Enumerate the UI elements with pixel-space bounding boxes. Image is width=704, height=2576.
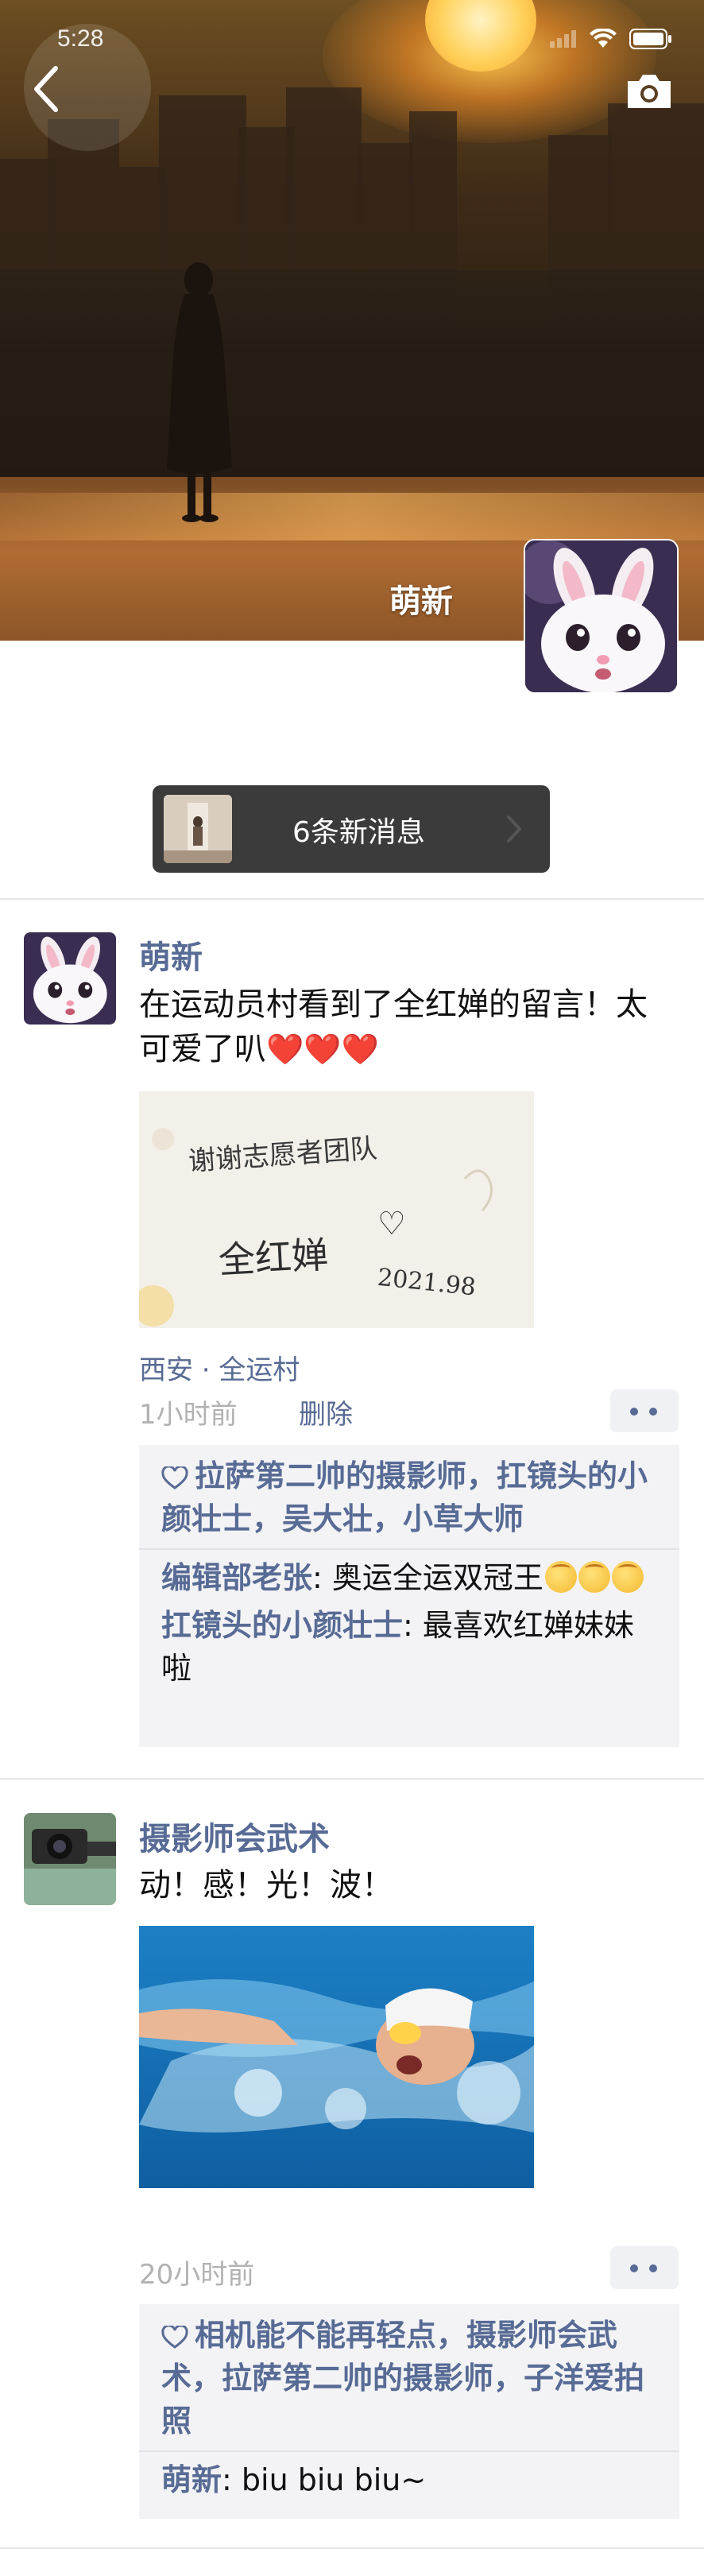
back-chevron-icon[interactable] [32, 65, 60, 113]
post-photo[interactable]: 谢谢志愿者团队 全红婵 ♡ 2021.98 [139, 1091, 534, 1328]
silhouette-person [167, 262, 232, 522]
post-interactions: 拉萨第二帅的摄影师，扛镜头的小颜壮士，吴大壮，小草大师 编辑部老张: 奥运全运双… [139, 1445, 679, 1747]
battery-icon [629, 29, 671, 49]
wifi-icon [590, 29, 617, 48]
handwritten-note-image: 谢谢志愿者团队 全红婵 ♡ 2021.98 [139, 1091, 534, 1328]
more-actions-button[interactable] [610, 2246, 679, 2289]
chevron-right-icon [507, 815, 521, 843]
post-location[interactable]: 西安 · 全运村 [139, 1348, 300, 1387]
comment-author[interactable]: 扛镜头的小颜壮士 [161, 1608, 403, 1643]
new-message-avatar [164, 795, 232, 863]
swimmer-image [139, 1926, 534, 2188]
divider [0, 1778, 704, 1780]
more-actions-button[interactable] [610, 1389, 679, 1432]
emoji-666-icon [611, 1561, 644, 1593]
tree-line [0, 270, 704, 493]
likes-list: 相机能不能再轻点，摄影师会武术，拉萨第二帅的摄影师，子洋爱拍照 [139, 2304, 679, 2450]
likes-text[interactable]: 拉萨第二帅的摄影师，扛镜头的小颜壮士，吴大壮，小草大师 [161, 1458, 648, 1536]
bunny-avatar-image [525, 540, 677, 692]
divider [0, 898, 704, 900]
comment[interactable]: 编辑部老张: 奥运全运双冠王 [139, 1550, 679, 1599]
post-author-avatar[interactable] [24, 1813, 116, 1905]
likes-text[interactable]: 相机能不能再轻点，摄影师会武术，拉萨第二帅的摄影师，子洋爱拍照 [161, 2318, 644, 2438]
post-author-name[interactable]: 萌新 [139, 932, 203, 978]
comment-text: biu biu biu~ [241, 2462, 427, 2497]
profile-avatar[interactable] [524, 539, 679, 694]
comment-author[interactable]: 编辑部老张 [161, 1560, 312, 1595]
status-time: 5:28 [57, 25, 104, 52]
likes-list: 拉萨第二帅的摄影师，扛镜头的小颜壮士，吴大壮，小草大师 [139, 1445, 679, 1548]
post-text: 动！感！光！波！ [139, 1867, 393, 1904]
profile-name: 萌新 [389, 583, 453, 620]
emoji-666-icon [578, 1561, 610, 1593]
camera-photo-avatar [24, 1813, 116, 1905]
comment[interactable]: 扛镜头的小颜壮士: 最喜欢红婵妹妹啦 [139, 1599, 679, 1690]
new-messages-label: 6条新消息 [292, 816, 425, 849]
post-author-avatar[interactable] [24, 932, 116, 1025]
post-time: 20小时前 [139, 2259, 255, 2291]
new-messages-banner[interactable]: 6条新消息 [153, 785, 550, 873]
hallway-thumbnail [164, 795, 232, 863]
post-text-body: 在运动员村看到了全红婵的留言！太可爱了叭 [139, 986, 648, 1067]
comment[interactable]: 萌新: biu biu biu~ [139, 2452, 679, 2501]
comment-text: 奥运全运双冠王 [331, 1560, 543, 1595]
post-text: 在运动员村看到了全红婵的留言！太可爱了叭❤️❤️❤️ [139, 982, 656, 1071]
delete-button[interactable]: 删除 [299, 1393, 353, 1431]
signal-icon [550, 30, 576, 48]
post-time: 1小时前 [139, 1399, 238, 1431]
heart-outline-icon [161, 2325, 188, 2349]
camera-icon[interactable] [625, 70, 674, 111]
post-photo[interactable] [139, 1926, 534, 2188]
note-heart: ♡ [377, 1206, 406, 1242]
emoji-666-icon [544, 1561, 577, 1593]
note-signature: 全红婵 [218, 1233, 330, 1281]
bunny-avatar-image [24, 932, 116, 1025]
post-author-name[interactable]: 摄影师会武术 [139, 1813, 330, 1859]
heart-emoji-icon: ❤️❤️❤️ [266, 1032, 379, 1067]
status-bar: 5:28 [0, 0, 704, 151]
divider [0, 2547, 704, 2549]
status-icons [550, 29, 672, 49]
heart-outline-icon [161, 1466, 188, 1489]
post-interactions: 相机能不能再轻点，摄影师会武术，拉萨第二帅的摄影师，子洋爱拍照 萌新: biu … [139, 2304, 679, 2519]
comment-author[interactable]: 萌新 [161, 2462, 222, 2497]
